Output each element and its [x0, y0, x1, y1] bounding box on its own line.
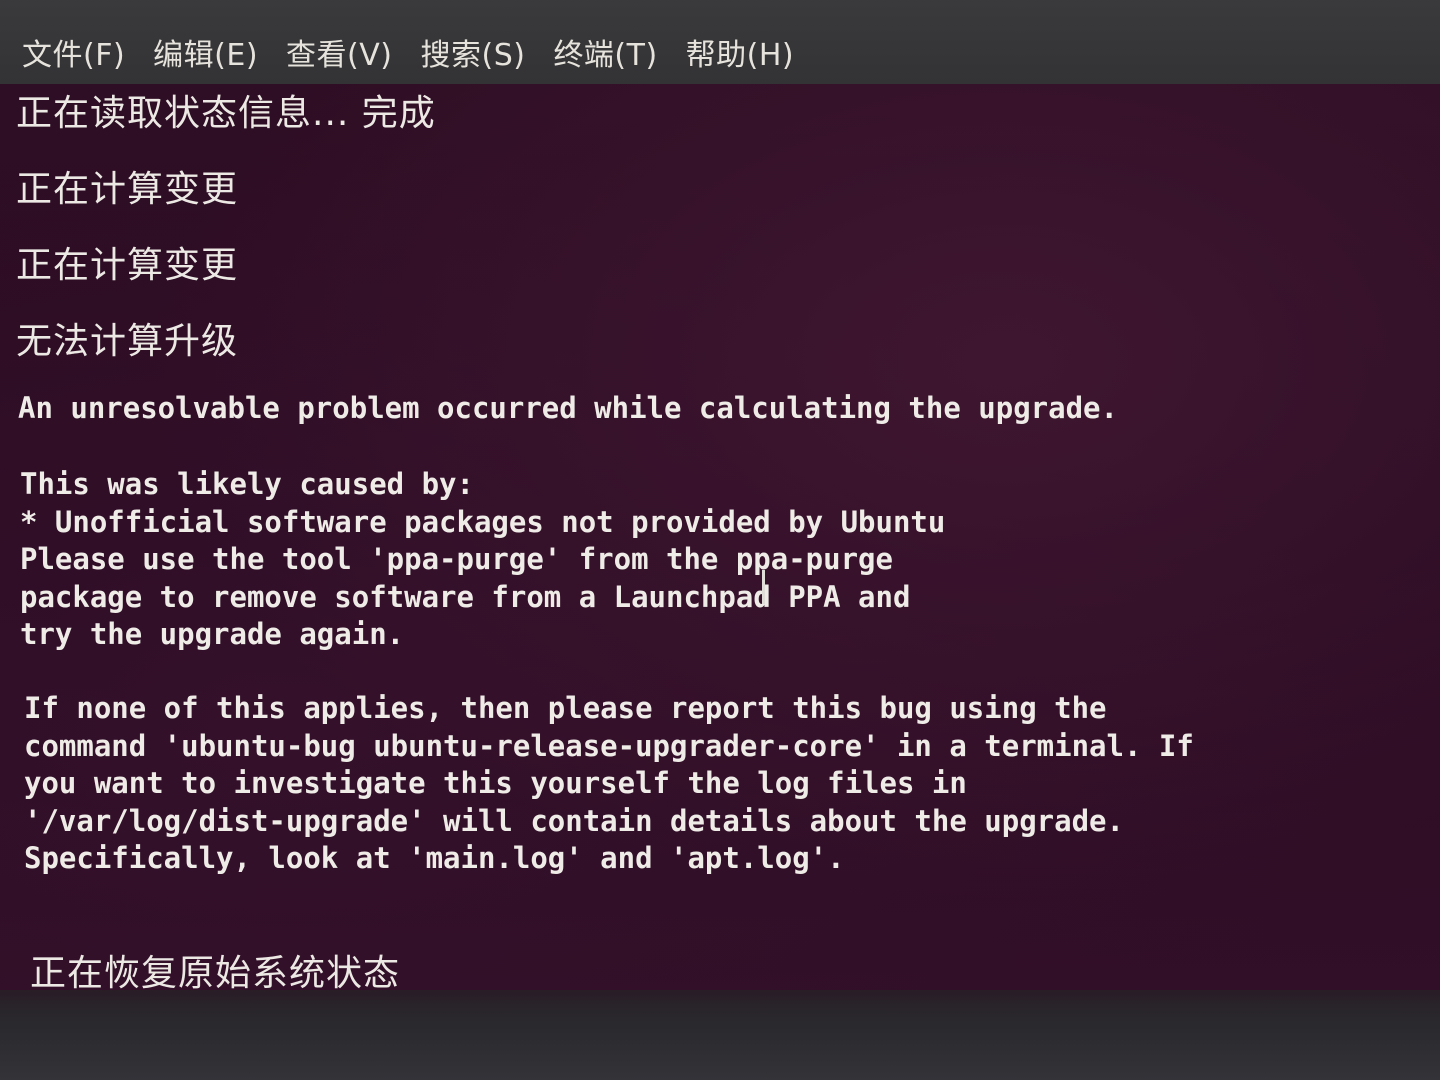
report-line: '/var/log/dist-upgrade' will contain det…: [24, 803, 1124, 838]
report-line: you want to investigate this yourself th…: [24, 766, 967, 801]
menu-terminal[interactable]: 终端(T): [553, 30, 657, 74]
cause-line: This was likely caused by:: [20, 467, 474, 501]
cause-line: * Unofficial software packages not provi…: [20, 504, 946, 539]
status-line-calculating-2: 正在计算变更: [16, 245, 239, 286]
report-line: If none of this applies, then please rep…: [24, 691, 1107, 725]
menu-file[interactable]: 文件(F): [22, 30, 125, 74]
menu-edit[interactable]: 编辑(E): [153, 30, 258, 74]
error-message: An unresolvable problem occurred while c…: [18, 391, 1118, 425]
status-line-calculating-1: 正在计算变更: [16, 169, 239, 210]
menu-search[interactable]: 搜索(S): [420, 30, 525, 74]
report-line: Specifically, look at 'main.log' and 'ap…: [24, 841, 845, 876]
status-line-cannot-upgrade: 无法计算升级: [16, 321, 239, 362]
terminal-output-area[interactable]: 正在读取状态信息... 完成 正在计算变更 正在计算变更 无法计算升级 An u…: [0, 84, 1440, 1000]
menu-view[interactable]: 查看(V): [286, 30, 392, 74]
report-line: command 'ubuntu-bug ubuntu-release-upgra…: [24, 728, 1194, 763]
cause-line: package to remove software from a Launch…: [20, 579, 911, 614]
screen: 文件(F) 编辑(E) 查看(V) 搜索(S) 终端(T) 帮助(H) 正在读取…: [0, 0, 1440, 1080]
terminal-menubar: 文件(F) 编辑(E) 查看(V) 搜索(S) 终端(T) 帮助(H): [0, 0, 1440, 84]
mouse-ibeam-cursor-icon: [762, 570, 765, 604]
desktop-background-strip: [0, 990, 1440, 1080]
status-line-restoring: 正在恢复原始系统状态: [30, 953, 401, 994]
status-line-reading-state: 正在读取状态信息... 完成: [16, 93, 436, 134]
menu-help[interactable]: 帮助(H): [686, 30, 794, 74]
cause-line: try the upgrade again.: [20, 617, 405, 652]
